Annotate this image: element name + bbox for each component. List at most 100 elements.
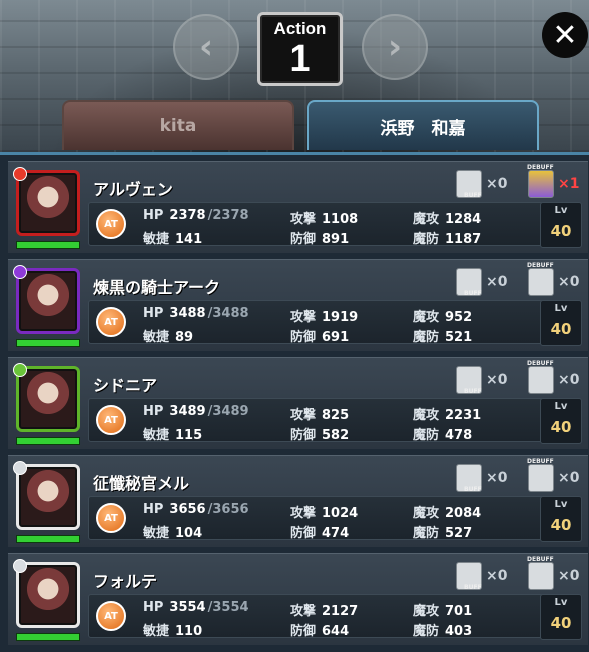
- buff-tag: BUFF: [464, 584, 482, 591]
- level-label: Lv: [554, 401, 568, 412]
- attack-value: 825: [322, 408, 350, 423]
- unit-name: フォルテ: [93, 572, 158, 591]
- unit-row[interactable]: 征懺秘官メル AT HP 3656/3656 敏捷 104 攻撃 1024 防御 474…: [8, 455, 588, 547]
- unit-portrait[interactable]: [13, 461, 80, 530]
- level-label: Lv: [554, 499, 568, 510]
- debuff-icon[interactable]: [528, 366, 554, 394]
- magic-defense-stat: 魔防 478: [413, 424, 472, 443]
- hp-stat: HP 2378/2378: [143, 208, 249, 223]
- buff-count: ×0: [486, 372, 508, 388]
- level-value: 40: [550, 320, 572, 338]
- debuff-count: ×0: [558, 568, 580, 584]
- agility-value: 89: [175, 330, 194, 345]
- attack-label: 攻撃: [290, 604, 317, 619]
- prev-action-button[interactable]: ‹: [173, 14, 239, 80]
- hp-label: HP: [143, 502, 164, 517]
- debuff-tag: DEBUFF: [527, 262, 554, 269]
- tab-kita[interactable]: kita: [62, 100, 294, 150]
- unit-row[interactable]: シドニア AT HP 3489/3489 敏捷 115 攻撃 825 防御 582 魔攻…: [8, 357, 588, 449]
- unit-portrait[interactable]: [13, 167, 80, 236]
- defense-label: 防御: [290, 330, 317, 345]
- magic-attack-label: 魔攻: [413, 408, 440, 423]
- attack-label: 攻撃: [290, 212, 317, 227]
- unit-name: 征懺秘官メル: [93, 474, 190, 493]
- magic-defense-value: 521: [445, 330, 473, 345]
- hp-stat: HP 3489/3489: [143, 404, 249, 419]
- magic-attack-value: 1284: [445, 212, 482, 227]
- element-icon: [13, 265, 27, 279]
- at-badge-icon: AT: [96, 209, 126, 239]
- magic-defense-stat: 魔防 403: [413, 620, 472, 639]
- buff-tag: BUFF: [464, 290, 482, 297]
- unit-name: 煉黒の騎士アーク: [93, 278, 221, 297]
- magic-attack-stat: 魔攻 2084: [413, 502, 481, 521]
- at-badge-icon: AT: [96, 503, 126, 533]
- unit-row[interactable]: フォルテ AT HP 3554/3554 敏捷 110 攻撃 2127 防御 644 魔…: [8, 553, 588, 645]
- unit-portrait[interactable]: [13, 363, 80, 432]
- magic-defense-value: 1187: [445, 232, 482, 247]
- magic-defense-label: 魔防: [413, 428, 440, 443]
- agility-value: 110: [175, 624, 203, 639]
- debuff-tag: DEBUFF: [527, 458, 554, 465]
- attack-value: 2127: [322, 604, 359, 619]
- buff-tag: BUFF: [464, 192, 482, 199]
- magic-defense-label: 魔防: [413, 330, 440, 345]
- element-icon: [13, 461, 27, 475]
- magic-attack-label: 魔攻: [413, 212, 440, 227]
- unit-row[interactable]: 煉黒の騎士アーク AT HP 3488/3488 敏捷 89 攻撃 1919 防御 69…: [8, 259, 588, 351]
- debuff-tag: DEBUFF: [527, 360, 554, 367]
- defense-value: 691: [322, 330, 350, 345]
- debuff-count: ×0: [558, 372, 580, 388]
- buff-tag: BUFF: [464, 388, 482, 395]
- magic-defense-stat: 魔防 527: [413, 522, 472, 541]
- unit-portrait[interactable]: [13, 265, 80, 334]
- chevron-left-icon: ‹: [198, 27, 213, 67]
- magic-attack-value: 952: [445, 310, 473, 325]
- hp-max: /3554: [207, 600, 249, 615]
- hp-value: 3488: [169, 306, 206, 321]
- debuff-count: ×0: [558, 274, 580, 290]
- defense-value: 891: [322, 232, 350, 247]
- agility-value: 104: [175, 526, 203, 541]
- attack-stat: 攻撃 825: [290, 404, 349, 423]
- defense-value: 474: [322, 526, 350, 541]
- magic-defense-value: 403: [445, 624, 473, 639]
- agility-label: 敏捷: [143, 624, 170, 639]
- magic-attack-label: 魔攻: [413, 506, 440, 521]
- debuff-tag: DEBUFF: [527, 164, 554, 171]
- magic-attack-stat: 魔攻 1284: [413, 208, 481, 227]
- level-box: Lv 40: [540, 300, 582, 346]
- at-badge-icon: AT: [96, 307, 126, 337]
- debuff-icon[interactable]: [528, 268, 554, 296]
- unit-portrait[interactable]: [13, 559, 80, 628]
- debuff-icon[interactable]: [528, 464, 554, 492]
- hp-max: /3489: [207, 404, 249, 419]
- defense-value: 582: [322, 428, 350, 443]
- unit-row[interactable]: アルヴェン AT HP 2378/2378 敏捷 141 攻撃 1108 防御 891 …: [8, 161, 588, 253]
- defense-label: 防御: [290, 526, 317, 541]
- debuff-tag: DEBUFF: [527, 556, 554, 563]
- unit-list: アルヴェン AT HP 2378/2378 敏捷 141 攻撃 1108 防御 891 …: [0, 152, 589, 652]
- magic-attack-label: 魔攻: [413, 604, 440, 619]
- level-value: 40: [550, 222, 572, 240]
- tab-active-player[interactable]: 浜野 和嘉: [307, 100, 539, 150]
- next-action-button[interactable]: ›: [362, 14, 428, 80]
- hp-bar: [16, 437, 80, 445]
- attack-label: 攻撃: [290, 506, 317, 521]
- agility-value: 141: [175, 232, 203, 247]
- level-label: Lv: [554, 597, 568, 608]
- agility-label: 敏捷: [143, 526, 170, 541]
- hp-bar: [16, 535, 80, 543]
- debuff-icon[interactable]: [528, 170, 554, 198]
- hp-bar: [16, 339, 80, 347]
- magic-attack-stat: 魔攻 952: [413, 306, 472, 325]
- agility-stat: 敏捷 110: [143, 620, 202, 639]
- level-value: 40: [550, 418, 572, 436]
- level-label: Lv: [554, 205, 568, 216]
- debuff-icon[interactable]: [528, 562, 554, 590]
- hp-max: /3488: [207, 306, 249, 321]
- element-icon: [13, 167, 27, 181]
- buff-tag: BUFF: [464, 486, 482, 493]
- hp-value: 3554: [169, 600, 206, 615]
- close-button[interactable]: ✕: [542, 12, 588, 58]
